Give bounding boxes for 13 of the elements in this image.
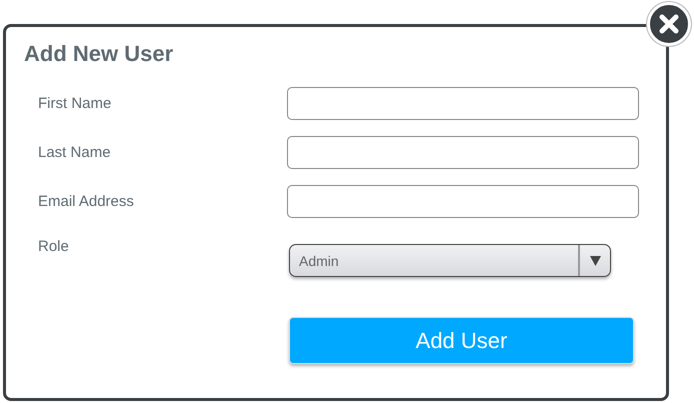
field-label: Last Name: [38, 144, 112, 161]
role-dropdown[interactable]: Admin: [289, 244, 611, 277]
add-user-button[interactable]: Add User: [289, 317, 634, 364]
dropdown-arrow-icon: [590, 256, 600, 266]
close-icon: [658, 13, 680, 35]
field-label: First Name: [38, 95, 112, 112]
field-label: Email Address: [38, 193, 135, 210]
close-button[interactable]: [647, 2, 691, 46]
text-field[interactable]: [287, 136, 639, 169]
field-label: Role: [38, 238, 70, 255]
text-field[interactable]: [287, 185, 639, 218]
text-field[interactable]: [287, 87, 639, 120]
dialog-title: Add New User: [23, 40, 174, 67]
